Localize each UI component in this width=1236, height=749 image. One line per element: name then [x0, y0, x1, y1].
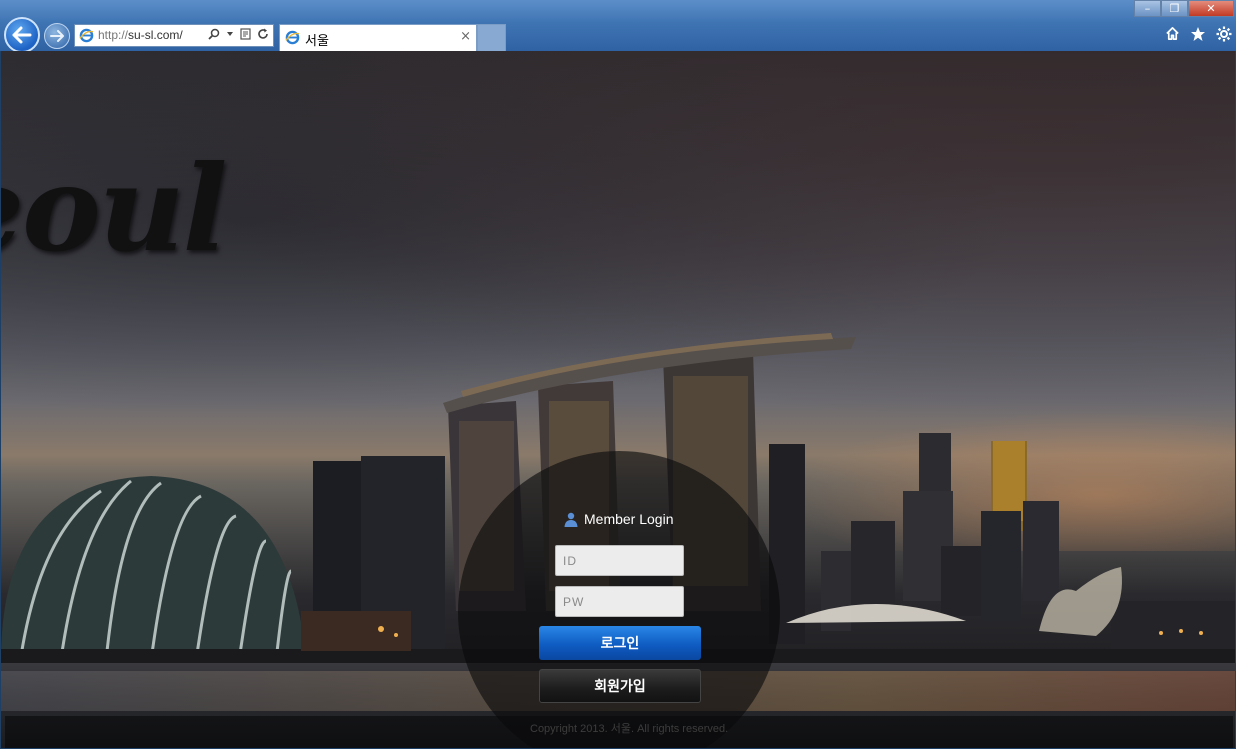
- compatibility-icon[interactable]: [240, 28, 251, 40]
- refresh-icon[interactable]: [257, 28, 269, 40]
- password-input[interactable]: PW: [555, 586, 684, 617]
- search-icon[interactable]: [208, 28, 220, 40]
- arrow-left-icon: [12, 26, 32, 44]
- gear-icon[interactable]: [1216, 26, 1232, 42]
- page-content: eoul Member Login ID PW 로그인 회원가입 Copyrig…: [1, 51, 1235, 748]
- dropdown-icon[interactable]: [226, 30, 234, 38]
- login-title: Member Login: [564, 511, 694, 527]
- ie-icon: [285, 30, 300, 45]
- url-text: http://su-sl.com/: [98, 28, 183, 42]
- arrow-right-icon: [50, 30, 64, 42]
- command-icons: [1165, 26, 1232, 42]
- browser-toolbar: http://su-sl.com/ 서울 × – ❐ ✕: [0, 0, 1236, 53]
- login-title-text: Member Login: [584, 511, 674, 527]
- favorites-star-icon[interactable]: [1190, 26, 1206, 42]
- new-tab-button[interactable]: [477, 24, 506, 51]
- id-input[interactable]: ID: [555, 545, 684, 576]
- address-bar[interactable]: http://su-sl.com/: [74, 24, 274, 47]
- restore-button[interactable]: ❐: [1161, 0, 1188, 17]
- password-placeholder: PW: [563, 595, 585, 609]
- id-placeholder: ID: [563, 554, 577, 568]
- site-logo-text: eoul: [1, 139, 227, 278]
- copyright-text: Copyright 2013. 서울. All rights reserved.: [530, 723, 729, 735]
- user-icon: [564, 512, 578, 527]
- home-icon[interactable]: [1165, 26, 1180, 41]
- tab-close-icon[interactable]: ×: [460, 29, 471, 44]
- tab-title: 서울: [305, 34, 329, 49]
- ie-icon: [79, 28, 94, 43]
- minimize-button[interactable]: –: [1134, 0, 1161, 17]
- login-button[interactable]: 로그인: [539, 626, 701, 660]
- window-controls: – ❐ ✕: [1134, 0, 1234, 17]
- forward-button[interactable]: [44, 23, 70, 49]
- tab-seoul[interactable]: 서울 ×: [279, 24, 477, 51]
- back-button[interactable]: [4, 17, 40, 53]
- join-button[interactable]: 회원가입: [539, 669, 701, 703]
- close-window-button[interactable]: ✕: [1188, 0, 1234, 17]
